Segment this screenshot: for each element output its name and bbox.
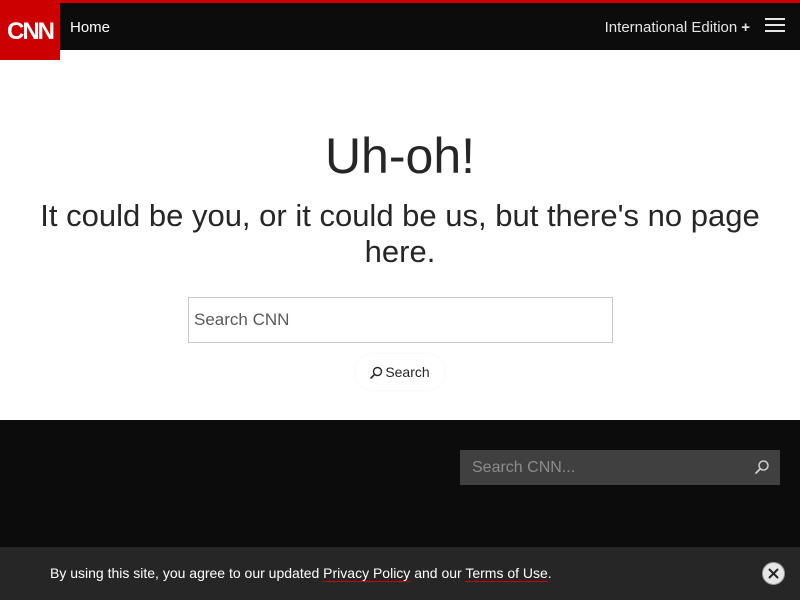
consent-bar: By using this site, you agree to our upd… (0, 547, 800, 600)
consent-text-after: . (547, 565, 552, 581)
privacy-policy-link[interactable]: Privacy Policy (323, 565, 411, 582)
footer-search-input[interactable] (460, 450, 740, 485)
home-link[interactable]: Home (70, 20, 110, 36)
top-header: Home International Edition + (0, 0, 800, 50)
search-button-label: Search (385, 364, 430, 380)
edition-label: International Edition (604, 19, 738, 36)
menu-bar (765, 18, 785, 20)
magnifier-icon[interactable] (754, 459, 770, 475)
close-icon[interactable] (762, 562, 785, 585)
hamburger-menu-icon[interactable] (765, 18, 785, 32)
edition-plus-icon: + (741, 19, 750, 36)
search-button[interactable]: Search (355, 354, 445, 390)
error-message: It could be you, or it could be us, but … (40, 198, 760, 269)
error-title: Uh-oh! (324, 128, 476, 184)
cnn-logo-mark: CNN (7, 18, 56, 45)
search-input[interactable] (188, 297, 613, 343)
menu-bar (765, 30, 785, 32)
terms-of-use-link[interactable]: Terms of Use (465, 565, 548, 582)
logo-text: CNN (7, 18, 54, 45)
consent-text-middle: and our (410, 565, 466, 581)
cnn-logo[interactable]: CNN (0, 0, 60, 60)
edition-switcher[interactable]: International Edition + (605, 20, 750, 36)
footer-search (460, 450, 780, 485)
consent-text-before: By using this site, you agree to our upd… (50, 565, 324, 581)
magnifier-icon (370, 366, 383, 379)
consent-text: By using this site, you agree to our upd… (50, 565, 552, 582)
menu-bar (765, 24, 785, 26)
